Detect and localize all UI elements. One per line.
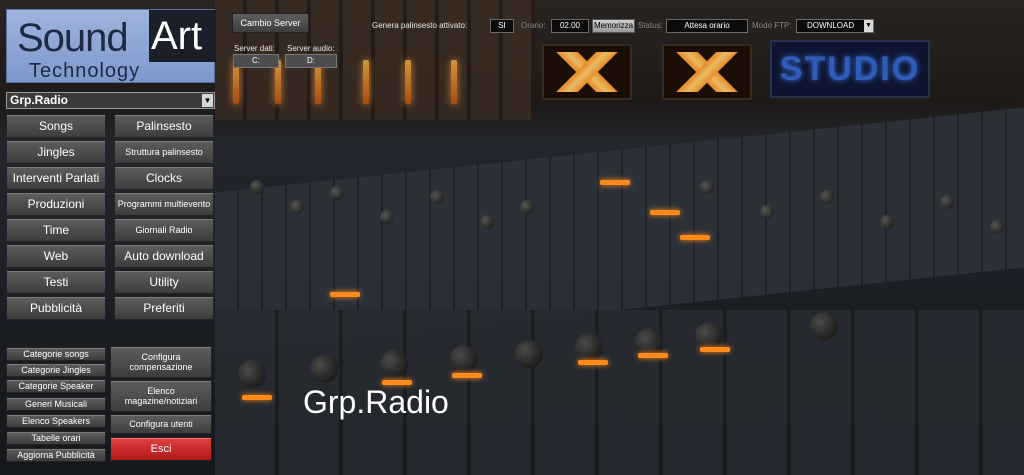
interventi-parlati-button[interactable]: Interventi Parlati bbox=[6, 166, 106, 190]
giornali-radio-button[interactable]: Giornali Radio bbox=[114, 218, 214, 242]
generi-musicali-button[interactable]: Generi Musicali bbox=[6, 397, 106, 411]
jingles-button[interactable]: Jingles bbox=[6, 140, 106, 164]
categorie-speaker-button[interactable]: Categorie Speaker bbox=[6, 379, 106, 393]
elenco-magazine-button[interactable]: Elenco magazine/notiziari bbox=[110, 380, 212, 412]
preferiti-button[interactable]: Preferiti bbox=[114, 296, 214, 320]
palinsesto-button[interactable]: Palinsesto bbox=[114, 114, 214, 138]
aggiorna-pubblicita-button[interactable]: Aggiorna Pubblicità bbox=[6, 448, 106, 462]
categorie-jingles-button[interactable]: Categorie Jingles bbox=[6, 363, 106, 377]
elenco-speakers-button[interactable]: Elenco Speakers bbox=[6, 414, 106, 428]
chevron-down-icon[interactable]: ▼ bbox=[864, 20, 873, 32]
categorie-songs-button[interactable]: Categorie songs bbox=[6, 347, 106, 361]
server-dati-field[interactable]: C: bbox=[233, 54, 279, 68]
configura-compensazione-button[interactable]: Configura compensazione bbox=[110, 346, 212, 378]
chevron-down-icon[interactable]: ▼ bbox=[202, 94, 213, 107]
pubblicita-button[interactable]: Pubblicità bbox=[6, 296, 106, 320]
logo-word-sound: Sound bbox=[17, 16, 129, 60]
status-field: Attesa orario bbox=[666, 19, 748, 33]
server-audio-label: Server audio: bbox=[287, 44, 335, 53]
status-label: Status: bbox=[638, 21, 663, 30]
clocks-button[interactable]: Clocks bbox=[114, 166, 214, 190]
genera-palinsesto-label: Genera palinsesto attivato: bbox=[372, 21, 468, 30]
utility-button[interactable]: Utility bbox=[114, 270, 214, 294]
server-dati-label: Server dati: bbox=[234, 44, 275, 53]
logo-word-art: Art bbox=[149, 10, 216, 62]
auto-download-button[interactable]: Auto download bbox=[114, 244, 214, 268]
testi-button[interactable]: Testi bbox=[6, 270, 106, 294]
vu-meter-left bbox=[542, 44, 632, 100]
memorizza-button[interactable]: Memorizza bbox=[592, 19, 635, 33]
station-select-value: Grp.Radio bbox=[10, 93, 69, 107]
web-button[interactable]: Web bbox=[6, 244, 106, 268]
programmi-multievento-button[interactable]: Programmi multievento bbox=[114, 192, 214, 216]
esci-button[interactable]: Esci bbox=[110, 437, 212, 461]
logo-word-technology: Technology bbox=[29, 60, 141, 82]
cambio-server-button[interactable]: Cambio Server bbox=[232, 13, 309, 33]
orario-field[interactable]: 02.00 bbox=[551, 19, 589, 33]
produzioni-button[interactable]: Produzioni bbox=[6, 192, 106, 216]
genera-palinsesto-field[interactable]: SI bbox=[490, 19, 514, 33]
vu-meter-right bbox=[662, 44, 752, 100]
configura-utenti-button[interactable]: Configura utenti bbox=[110, 414, 212, 434]
ftp-mode-select[interactable]: DOWNLOAD ▼ bbox=[796, 19, 874, 33]
songs-button[interactable]: Songs bbox=[6, 114, 106, 138]
soundart-logo: Sound Art Technology bbox=[6, 9, 216, 83]
orario-label: Orario: bbox=[521, 21, 546, 30]
studio-sign: STUDIO bbox=[770, 40, 930, 98]
ftp-mode-label: Modo FTP: bbox=[752, 21, 792, 30]
tabelle-orari-button[interactable]: Tabelle orari bbox=[6, 431, 106, 445]
struttura-palinsesto-button[interactable]: Struttura palinsesto bbox=[114, 140, 214, 164]
server-audio-field[interactable]: D: bbox=[285, 54, 337, 68]
station-title: Grp.Radio bbox=[303, 384, 449, 420]
ftp-mode-value: DOWNLOAD bbox=[807, 21, 855, 30]
station-select[interactable]: Grp.Radio ▼ bbox=[6, 92, 215, 109]
time-button[interactable]: Time bbox=[6, 218, 106, 242]
